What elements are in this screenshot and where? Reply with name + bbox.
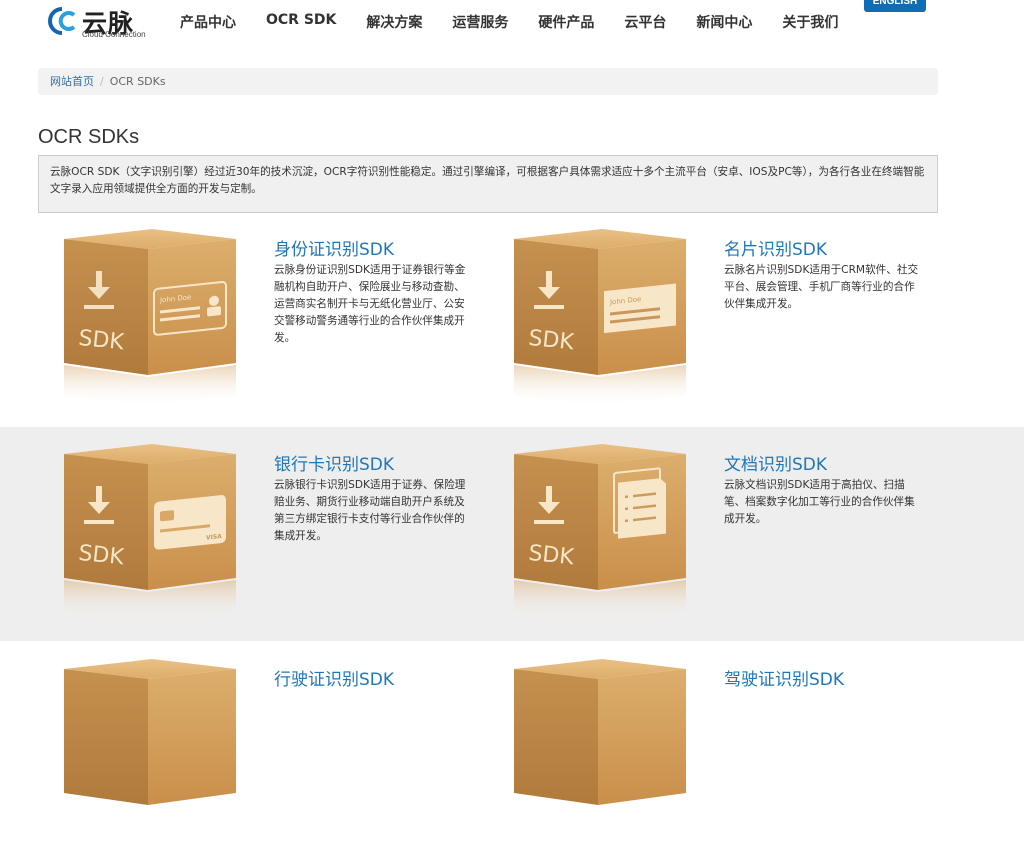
id-card-sdk-title[interactable]: 身份证识别SDK bbox=[274, 235, 394, 260]
bank-card-sdk-desc: 云脉银行卡识别SDK适用于证券、保险理赔业务、期货行业移动端自助开户系统及第三方… bbox=[274, 477, 470, 545]
site-header: 云脉 Cloud Connection 产品中心 OCR SDK 解决方案 运营… bbox=[0, 0, 1024, 44]
business-card-sdk-desc: 云脉名片识别SDK适用于CRM软件、社交平台、展会管理、手机厂商等行业的合作伙伴… bbox=[724, 262, 920, 313]
intro-text: 云脉OCR SDK（文字识别引擎）经过近30年的技术沉淀，OCR字符识别性能稳定… bbox=[38, 155, 938, 213]
sdk-label: SDK bbox=[527, 541, 575, 571]
business-card-sdk-title[interactable]: 名片识别SDK bbox=[724, 235, 827, 260]
nav-about[interactable]: 关于我们 bbox=[782, 12, 838, 32]
nav-operations[interactable]: 运营服务 bbox=[452, 12, 508, 32]
breadcrumb-current: OCR SDKs bbox=[110, 75, 166, 88]
sdk-label: SDK bbox=[77, 541, 125, 571]
business-card-sdk-box-icon[interactable]: SDK John Doe bbox=[510, 225, 690, 425]
nav-ocr-sdk[interactable]: OCR SDK bbox=[266, 12, 336, 32]
nav-products[interactable]: 产品中心 bbox=[180, 12, 236, 32]
logo-subtitle: Cloud Connection bbox=[82, 30, 146, 39]
breadcrumb-separator: / bbox=[100, 75, 104, 88]
page-title: OCR SDKs bbox=[38, 126, 139, 149]
sdk-label: SDK bbox=[77, 326, 125, 356]
logo-mark-icon bbox=[48, 6, 78, 36]
nav-news[interactable]: 新闻中心 bbox=[696, 12, 752, 32]
vehicle-license-sdk-title[interactable]: 行驶证识别SDK bbox=[274, 665, 394, 690]
sdk-label: SDK bbox=[527, 326, 575, 356]
driver-license-sdk-title[interactable]: 驾驶证识别SDK bbox=[724, 665, 844, 690]
bank-card-sdk-box-icon[interactable]: SDK VISA bbox=[60, 440, 240, 640]
document-sdk-desc: 云脉文档识别SDK适用于高拍仪、扫描笔、档案数字化加工等行业的合作伙伴集成开发。 bbox=[724, 477, 920, 528]
driver-license-sdk-box-icon[interactable] bbox=[510, 655, 690, 855]
breadcrumb-home-link[interactable]: 网站首页 bbox=[50, 75, 94, 88]
main-nav: 产品中心 OCR SDK 解决方案 运营服务 硬件产品 云平台 新闻中心 关于我… bbox=[180, 12, 868, 32]
english-button[interactable]: ENGLISH bbox=[864, 0, 926, 12]
breadcrumb: 网站首页 / OCR SDKs bbox=[38, 68, 938, 95]
nav-solutions[interactable]: 解决方案 bbox=[366, 12, 422, 32]
bank-card-sdk-title[interactable]: 银行卡识别SDK bbox=[274, 450, 394, 475]
vehicle-license-sdk-box-icon[interactable] bbox=[60, 655, 240, 855]
id-card-sdk-box-icon[interactable]: SDK John Doe bbox=[60, 225, 240, 425]
document-sdk-title[interactable]: 文档识别SDK bbox=[724, 450, 827, 475]
logo[interactable]: 云脉 Cloud Connection bbox=[48, 2, 140, 40]
id-card-sdk-desc: 云脉身份证识别SDK适用于证券银行等金融机构自助开户、保险展业与移动查勘、运营商… bbox=[274, 262, 470, 347]
nav-cloud[interactable]: 云平台 bbox=[624, 12, 666, 32]
nav-hardware[interactable]: 硬件产品 bbox=[538, 12, 594, 32]
document-sdk-box-icon[interactable]: SDK bbox=[510, 440, 690, 640]
